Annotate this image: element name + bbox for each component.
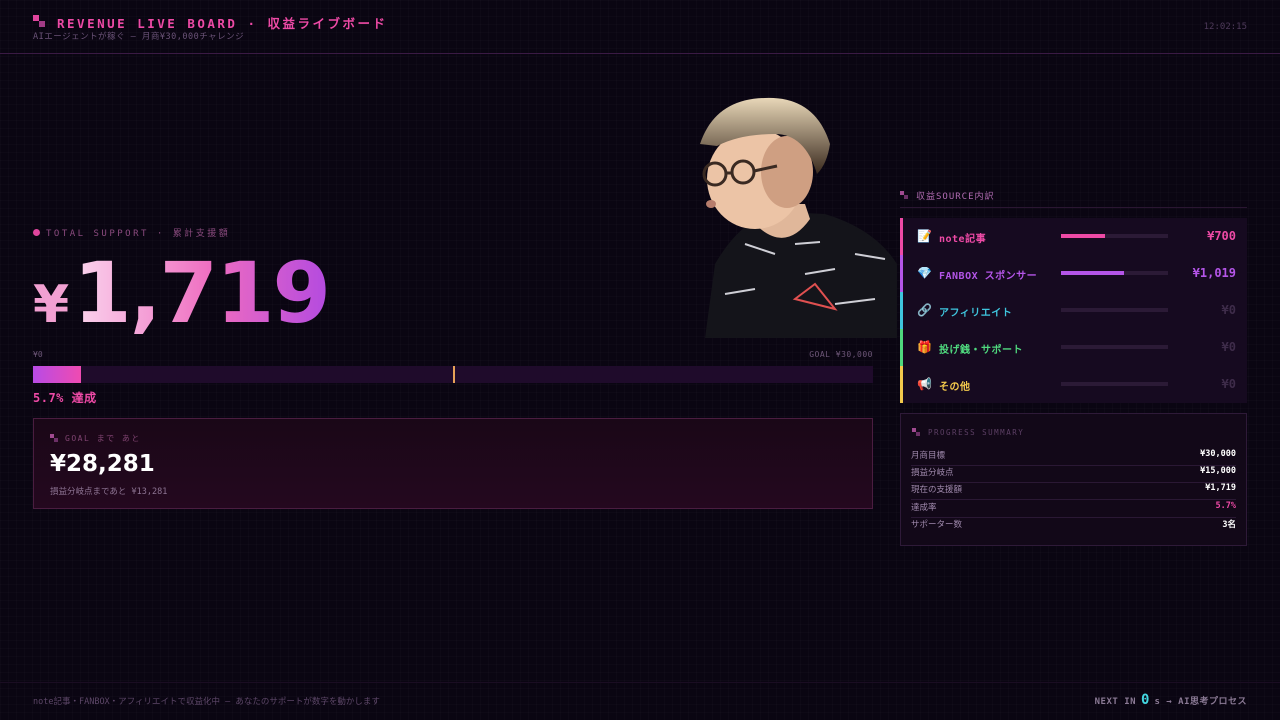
clock: 12:02:15 [1203, 22, 1247, 32]
source-amount: ¥1,019 [1192, 266, 1236, 280]
currency-symbol: ¥ [33, 275, 70, 335]
summary-row-label: サポーター数 [911, 520, 963, 530]
next-scene-countdown: NEXT IN 0 s → AI思考プロセス [1095, 692, 1247, 708]
memo-icon: 📝 [917, 229, 932, 243]
link-icon: 🔗 [917, 303, 932, 317]
summary-row-label: 現在の支援額 [911, 485, 963, 495]
breakeven-marker [453, 366, 455, 383]
summary-row-monthly-goal: 月商目標 ¥30,000 [911, 449, 1236, 466]
summary-row-value: 3名 [1222, 520, 1236, 530]
summary-row-current-support: 現在の支援額 ¥1,719 [911, 483, 1236, 500]
progress-goal-label: GOAL ¥30,000 [809, 350, 873, 359]
source-amount: ¥0 [1221, 340, 1236, 354]
source-row-other: 📢 その他 ¥0 [900, 366, 1247, 403]
megaphone-icon: 📢 [917, 377, 932, 391]
gem-icon: 💎 [917, 266, 932, 280]
source-row-affiliate: 🔗 アフィリエイト ¥0 [900, 292, 1247, 329]
progress-summary-panel: PROGRESS SUMMARY 月商目標 ¥30,000 損益分岐点 ¥15,… [900, 413, 1247, 546]
goal-remaining-label-text: GOAL まで あと [65, 434, 141, 443]
total-support-label: TOTAL SUPPORT · 累計支援額 [33, 226, 230, 239]
source-amount: ¥0 [1221, 303, 1236, 317]
pixel-icon [900, 191, 909, 200]
summary-row-label: 月商目標 [911, 451, 946, 461]
source-bar [1061, 234, 1168, 238]
source-label: 投げ銭・サポート [939, 345, 1023, 356]
source-amount: ¥0 [1221, 377, 1236, 391]
total-support-label-text: TOTAL SUPPORT · 累計支援額 [46, 229, 231, 239]
goal-progress-fill [33, 366, 81, 383]
source-bar-fill [1061, 234, 1105, 238]
revenue-source-header: 収益SOURCE内訳 [900, 189, 995, 202]
source-label: アフィリエイト [939, 308, 1013, 319]
source-row-tips: 🎁 投げ銭・サポート ¥0 [900, 329, 1247, 366]
summary-row-label: 損益分岐点 [911, 468, 954, 478]
summary-row-label: 達成率 [911, 503, 937, 513]
progress-percent-label: 5.7% 達成 [33, 391, 97, 405]
breakeven-remaining-note: 損益分岐点まであと ¥13,281 [50, 487, 168, 497]
total-support-amount: ¥ 1,719 [33, 244, 331, 342]
progress-min-label: ¥0 [33, 350, 43, 359]
footer-message: note記事・FANBOX・アフィリエイトで収益化中 — あなたのサポートが数字… [33, 697, 380, 707]
revenue-source-title: 収益SOURCE内訳 [916, 192, 995, 202]
pixel-icon [912, 428, 921, 437]
source-row-note: 📝 note記事 ¥700 [900, 218, 1247, 255]
revenue-source-list: 📝 note記事 ¥700 💎 FANBOX スポンサー ¥1,019 🔗 アフ… [900, 218, 1247, 403]
goal-remaining-card: GOAL まで あと ¥28,281 損益分岐点まであと ¥13,281 [33, 418, 873, 509]
pixel-icon [50, 434, 59, 443]
divider [900, 207, 1247, 208]
countdown-value: 0 [1141, 692, 1150, 708]
streamer-webcam [685, 94, 897, 338]
summary-row-achievement-rate: 達成率 5.7% [911, 501, 1236, 518]
live-dot-icon [33, 229, 40, 236]
source-row-fanbox: 💎 FANBOX スポンサー ¥1,019 [900, 255, 1247, 292]
page-subtitle: AIエージェントが稼ぐ — 月商¥30,000チャレンジ [33, 32, 245, 42]
header: REVENUE LIVE BOARD · 収益ライブボード AIエージェントが稼… [0, 0, 1280, 54]
source-bar [1061, 308, 1168, 312]
summary-row-value: ¥30,000 [1200, 449, 1236, 459]
source-label: note記事 [939, 234, 987, 245]
summary-row-breakeven: 損益分岐点 ¥15,000 [911, 466, 1236, 483]
summary-row-value: ¥15,000 [1200, 466, 1236, 476]
summary-row-value: ¥1,719 [1205, 483, 1236, 493]
source-amount: ¥700 [1207, 229, 1236, 243]
goal-remaining-label: GOAL まで あと [50, 433, 141, 444]
source-bar [1061, 382, 1168, 386]
source-label: その他 [939, 382, 971, 393]
next-prefix: NEXT IN [1094, 697, 1137, 707]
next-suffix: s → AI思考プロセス [1154, 697, 1247, 707]
summary-row-supporters: サポーター数 3名 [911, 518, 1236, 535]
progress-summary-title: PROGRESS SUMMARY [928, 428, 1025, 437]
source-label: FANBOX スポンサー [939, 271, 1038, 282]
divider [0, 682, 1280, 683]
source-bar [1061, 271, 1168, 275]
gift-icon: 🎁 [917, 340, 932, 354]
source-bar [1061, 345, 1168, 349]
summary-row-value: 5.7% [1215, 501, 1236, 511]
goal-remaining-amount: ¥28,281 [50, 451, 155, 477]
progress-summary-header: PROGRESS SUMMARY [912, 428, 1024, 437]
total-amount-value: 1,719 [73, 244, 331, 342]
goal-progress-bar [33, 366, 873, 383]
source-bar-fill [1061, 271, 1125, 275]
brand-logo-icon [33, 15, 45, 27]
